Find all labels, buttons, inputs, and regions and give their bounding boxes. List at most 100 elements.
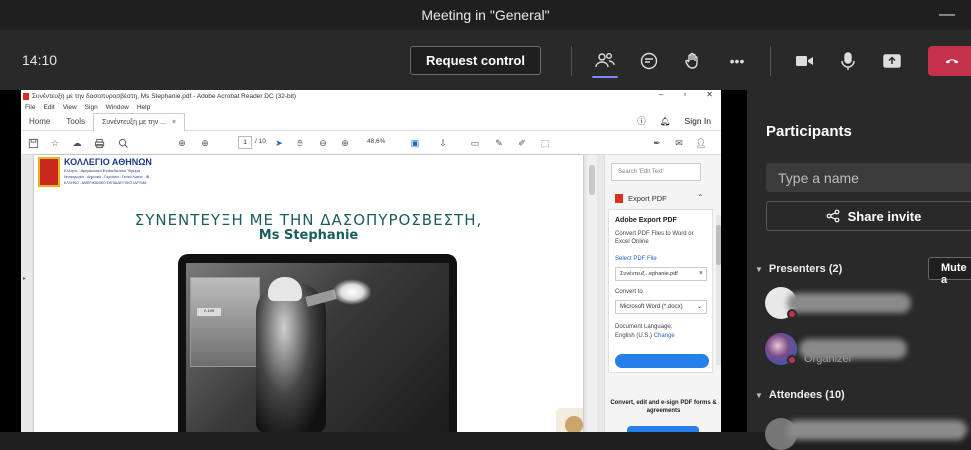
meeting-timer: 14:10 [22, 52, 58, 68]
window-controls: – ▫ ✕ [659, 90, 713, 99]
zoom-in-icon[interactable]: ⊕ [339, 137, 351, 149]
presenters-label: Presenters (2) [768, 263, 843, 275]
presenters-group-header[interactable]: ▼ Presenters (2) [755, 263, 842, 275]
people-icon[interactable] [594, 50, 616, 72]
mute-all-button[interactable]: Mute a [928, 257, 971, 286]
panel-scrollbar[interactable] [716, 215, 721, 365]
chevron-up-icon[interactable]: ⌃ [697, 193, 704, 202]
format-select[interactable]: Microsoft Word (*.docx) ⌄ [615, 300, 707, 314]
school-foundation: ΕΛΛΗΝΟ - ΑΜΕΡΙΚΑΝΙΚΟ ΕΚΠΑΙΔΕΥΤΙΚΟ ΙΔΡΥΜΑ [64, 181, 147, 185]
zoom-out-icon[interactable]: ⊖ [317, 137, 329, 149]
document-scrollbar[interactable] [587, 155, 597, 432]
edit-text-search[interactable]: Search 'Edit Text' [611, 163, 701, 181]
tab-document[interactable]: Συνέντευξη με την ... × [93, 112, 186, 131]
promo-button[interactable] [627, 426, 699, 432]
toolbar-divider [770, 46, 771, 76]
acrobat-menubar: File Edit View Sign Window Help [21, 102, 721, 112]
microphone-icon[interactable] [837, 50, 859, 72]
request-control-button[interactable]: Request control [410, 46, 541, 75]
zoom-search-icon[interactable] [117, 137, 129, 149]
camera-icon[interactable] [793, 50, 815, 72]
select-file-link[interactable]: Select PDF File [615, 256, 657, 262]
pdf-page: ΚΟΛΛΕΓΙΟ ΑΘΗΝΩΝ Ελληνο - Αμερικανικό Εκπ… [34, 155, 583, 432]
help-icon[interactable]: ⓘ [637, 115, 646, 127]
stamp-tool-icon[interactable]: ⬚ [539, 137, 551, 149]
minimize-button[interactable]: — [939, 6, 955, 24]
laptop-frame-image: Λ 199 [178, 254, 457, 432]
page-number-input[interactable]: 1 [238, 136, 252, 149]
raise-hand-icon[interactable] [682, 50, 704, 72]
hang-up-button[interactable] [928, 46, 971, 76]
document-heading: ΣΥΝΕΝΤΕΥΞΗ ΜΕ ΤΗΝ ΔΑΣΟΠΥΡΟΣΒΕΣΤΗ, [134, 211, 483, 229]
change-language-link[interactable]: Change [654, 333, 675, 339]
panel-scrollbar-thumb[interactable] [716, 225, 721, 265]
tab-close-icon[interactable]: × [172, 119, 176, 126]
comment-icon[interactable]: ▭ [469, 137, 481, 149]
scroll-mode-icon[interactable]: ⇩ [437, 137, 449, 149]
caret-down-icon: ▼ [755, 265, 763, 274]
call-controls-bar: 14:10 Request control ••• [0, 30, 971, 90]
chat-icon[interactable] [638, 50, 660, 72]
select-cursor-icon[interactable]: ➤ [273, 137, 285, 149]
window-title: Meeting in "General" [421, 7, 550, 23]
menu-file[interactable]: File [25, 104, 35, 111]
more-options-icon[interactable]: ••• [726, 50, 748, 72]
add-user-icon[interactable]: 👤︎ [695, 137, 707, 149]
draw-icon[interactable]: ✐ [516, 137, 528, 149]
phone-hangup-icon [945, 59, 959, 64]
convert-button[interactable] [615, 354, 709, 368]
scrollbar-thumb[interactable] [589, 165, 595, 195]
star-icon[interactable]: ☆ [49, 137, 61, 149]
selected-file-field[interactable]: Συνέντευξ...ephanie.pdf × [615, 267, 707, 281]
menu-view[interactable]: View [63, 104, 77, 111]
tools-panel: Search 'Edit Text' Export PDF ⌃ Adobe Ex… [604, 155, 721, 432]
prev-page-icon[interactable]: ⊕ [176, 137, 188, 149]
fill-sign-icon[interactable]: ✒ [651, 137, 663, 149]
page-layout-icon[interactable]: ▣ [409, 137, 421, 149]
page-total: / 10 [255, 138, 266, 145]
zoom-level[interactable]: 48,6% [367, 138, 385, 145]
hand-tool-icon[interactable]: ✋︎ [294, 137, 306, 149]
sign-in-link[interactable]: Sign In [685, 116, 711, 126]
acrobat-tabbar-right: ⓘ 🔔︎ Sign In [637, 115, 711, 127]
active-tab-indicator [592, 76, 618, 78]
document-viewport[interactable]: ▸ ΚΟΛΛΕΓΙΟ ΑΘΗΝΩΝ Ελληνο - Αμερικανικό Ε… [21, 155, 604, 432]
highlight-pen-icon[interactable]: ✎ [493, 137, 505, 149]
menu-window[interactable]: Window [106, 104, 129, 111]
save-icon[interactable] [27, 137, 39, 149]
share-screen-icon[interactable] [881, 50, 903, 72]
left-pane-toggle-icon[interactable]: ▸ [23, 275, 26, 282]
doc-language-label: Document Language: [615, 324, 673, 330]
next-page-icon[interactable]: ⊕ [199, 137, 211, 149]
tab-tools[interactable]: Tools [58, 117, 93, 126]
tab-home[interactable]: Home [21, 117, 58, 126]
clear-file-icon[interactable]: × [699, 270, 703, 277]
share-icon [826, 209, 840, 223]
minimize-icon[interactable]: – [659, 90, 663, 99]
print-icon[interactable] [93, 137, 105, 149]
caret-down-icon: ▼ [755, 391, 763, 400]
attendees-group-header[interactable]: ▼ Attendees (10) [755, 389, 845, 401]
share-invite-label: Share invite [847, 208, 922, 224]
restore-icon[interactable]: ▫ [683, 90, 686, 99]
close-icon[interactable]: ✕ [706, 90, 713, 99]
attendees-label: Attendees (10) [768, 389, 845, 401]
email-icon[interactable]: ✉ [673, 137, 685, 149]
menu-help[interactable]: Help [137, 104, 150, 111]
share-invite-button[interactable]: Share invite [766, 201, 971, 231]
cloud-upload-icon[interactable]: ☁ [71, 137, 83, 149]
pdf-icon [23, 92, 29, 100]
menu-sign[interactable]: Sign [85, 104, 98, 111]
selected-file-name: Συνέντευξ...ephanie.pdf [620, 271, 678, 277]
export-pdf-header[interactable]: Export PDF [615, 194, 667, 203]
menu-edit[interactable]: Edit [43, 104, 54, 111]
acrobat-window: Συνέντευξη με την δασοπυροσβέστη, Ms Ste… [21, 90, 721, 432]
fire-truck: Λ 199 [190, 277, 260, 367]
participant-search-input[interactable]: Type a name [766, 163, 971, 192]
acrobat-toolbar: ☆ ☁ ⊕ ⊕ 1 / 10 ➤ ✋︎ ⊖ ⊕ 48,6% ▣ ⇩ ▭ ✎ ✐ … [21, 131, 721, 155]
bell-icon[interactable]: 🔔︎ [660, 116, 671, 127]
school-crest-logo [38, 157, 60, 187]
doc-language-row: English (U.S.) Change [615, 333, 675, 339]
status-badge [787, 309, 797, 319]
school-name: ΚΟΛΛΕΓΙΟ ΑΘΗΝΩΝ [64, 157, 152, 167]
